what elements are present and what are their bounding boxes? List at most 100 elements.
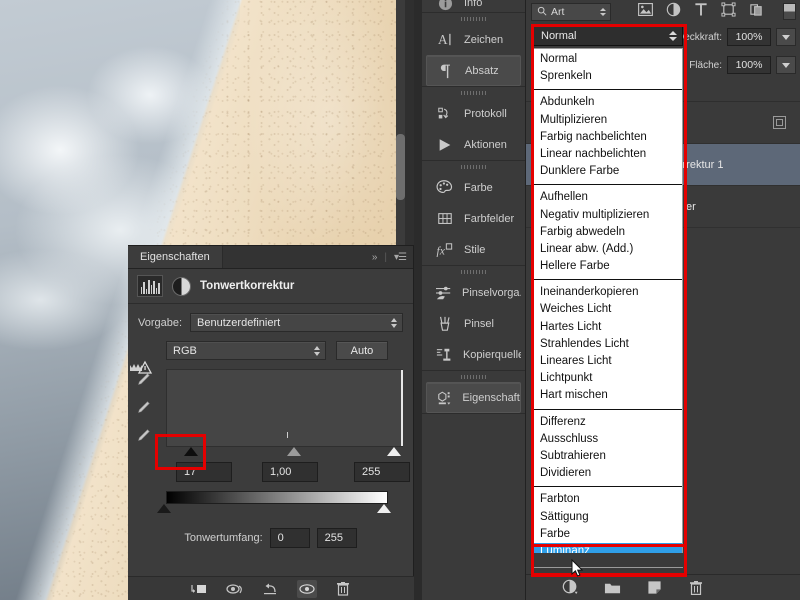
sidebar-item-farbe[interactable]: Farbe	[426, 172, 521, 203]
blend-group-1: Abdunkeln Multiplizieren Farbig nachbeli…	[534, 94, 682, 180]
fill-value: 100%	[735, 59, 763, 71]
menu-item-abdunkeln[interactable]: Abdunkeln	[534, 94, 682, 111]
output-white-field[interactable]: 255	[316, 528, 357, 548]
menu-item-saettigung[interactable]: Sättigung	[534, 509, 682, 526]
menu-item-hart-mischen[interactable]: Hart mischen	[534, 387, 682, 404]
sidebar-item-kopierquelle[interactable]: Kopierquelle	[426, 339, 521, 370]
delete-button[interactable]	[333, 580, 353, 598]
previous-state-button[interactable]	[225, 580, 245, 598]
menu-item-farbig-nachbelichten[interactable]: Farbig nachbelichten	[534, 129, 682, 146]
tab-eigenschaften[interactable]: Eigenschaften	[128, 246, 223, 268]
menu-item-sprenkeln[interactable]: Sprenkeln	[534, 68, 682, 85]
menu-item-farbig-abwedeln[interactable]: Farbig abwedeln	[534, 224, 682, 241]
panel-grip[interactable]	[422, 87, 525, 98]
menu-item-linear-abwedeln[interactable]: Linear abw. (Add.)	[534, 241, 682, 258]
menu-item-multiplizieren[interactable]: Multiplizieren	[534, 112, 682, 129]
auto-button[interactable]: Auto	[336, 341, 388, 360]
fill-field[interactable]: 100%	[727, 56, 771, 74]
sidebar-item-farbfelder[interactable]: Farbfelder	[426, 203, 521, 234]
sidebar-item-protokoll[interactable]: Protokoll	[426, 98, 521, 129]
preset-select[interactable]: Benutzerdefiniert	[190, 313, 403, 332]
white-point-handle[interactable]	[387, 447, 401, 456]
pixel-filter-icon[interactable]	[638, 3, 653, 19]
preset-label: Vorgabe:	[138, 316, 183, 329]
menu-item-farbe[interactable]: Farbe	[534, 526, 682, 543]
opacity-field[interactable]: 100%	[727, 28, 771, 46]
menu-item-weiches-licht[interactable]: Weiches Licht	[534, 301, 682, 318]
menu-item-dunklere-farbe[interactable]: Dunklere Farbe	[534, 163, 682, 180]
output-black-handle[interactable]	[157, 504, 171, 513]
output-white-handle[interactable]	[377, 504, 391, 513]
menu-item-negativ-multiplizieren[interactable]: Negativ multiplizieren	[534, 207, 682, 224]
sidebar-item-stile[interactable]: fx Stile	[426, 234, 521, 265]
history-icon	[435, 104, 455, 124]
blend-group-5: Farbton Sättigung Farbe Luminanz	[534, 491, 682, 561]
double-chevron-right-icon[interactable]: »	[372, 252, 378, 263]
output-black-field[interactable]: 0	[269, 528, 310, 548]
sidebar-item-aktionen[interactable]: Aktionen	[426, 129, 521, 160]
properties-panel: Eigenschaften » | ▾☰ Tonwertkorrektur Vo…	[128, 245, 414, 600]
output-levels-sliders[interactable]	[157, 504, 403, 516]
sidebar-item-info[interactable]: Info	[426, 0, 521, 12]
menu-item-hartes-licht[interactable]: Hartes Licht	[534, 319, 682, 336]
panel-menu-icon[interactable]: ▾☰	[394, 252, 407, 263]
blend-mode-select[interactable]: Normal	[533, 26, 683, 46]
new-group-button[interactable]	[602, 579, 622, 597]
gamma-input-field[interactable]: 1,00	[262, 462, 318, 482]
panel-grip[interactable]	[422, 371, 525, 382]
output-levels-row: Tonwertumfang: 0 255	[138, 528, 403, 548]
channel-select[interactable]: RGB	[166, 341, 326, 360]
menu-item-lichtpunkt[interactable]: Lichtpunkt	[534, 370, 682, 387]
white-input-field[interactable]: 255	[354, 462, 410, 482]
blend-mode-menu[interactable]: Normal Sprenkeln Abdunkeln Multipliziere…	[533, 48, 684, 568]
shape-filter-icon[interactable]	[721, 2, 736, 20]
menu-item-differenz[interactable]: Differenz	[534, 414, 682, 431]
menu-item-subtrahieren[interactable]: Subtrahieren	[534, 448, 682, 465]
menu-item-lineares-licht[interactable]: Lineares Licht	[534, 353, 682, 370]
fill-dropdown-button[interactable]	[776, 56, 796, 74]
canvas-scrollbar-thumb[interactable]	[396, 134, 405, 200]
menu-item-normal[interactable]: Normal	[534, 51, 682, 68]
menu-item-strahlendes-licht[interactable]: Strahlendes Licht	[534, 336, 682, 353]
mask-link-icon[interactable]	[773, 116, 786, 129]
new-layer-button[interactable]	[644, 579, 664, 597]
auto-button-label: Auto	[350, 344, 374, 357]
black-point-handle[interactable]	[184, 447, 198, 456]
sidebar-item-absatz[interactable]: Absatz	[426, 55, 521, 86]
sidebar-item-eigenschaften-label: Eigenschaft...	[462, 391, 520, 404]
type-filter-icon[interactable]	[694, 2, 708, 20]
sidebar-item-eigenschaften[interactable]: Eigenschaft...	[426, 382, 521, 413]
brush-icon	[435, 314, 455, 334]
reset-button[interactable]	[261, 580, 281, 598]
layer-filter-select[interactable]: Art	[531, 3, 611, 21]
opacity-dropdown-button[interactable]	[776, 28, 796, 46]
set-white-point-eyedropper[interactable]	[134, 427, 152, 445]
sidebar-item-pinselvorgaben[interactable]: Pinselvorga...	[426, 277, 521, 308]
gamma-handle[interactable]	[287, 447, 301, 456]
black-input-field[interactable]: 17	[176, 462, 232, 482]
delete-layer-button[interactable]	[686, 579, 706, 597]
menu-item-farbton[interactable]: Farbton	[534, 491, 682, 508]
panel-grip[interactable]	[422, 13, 525, 24]
clip-to-layer-button[interactable]	[189, 580, 209, 598]
menu-item-aufhellen[interactable]: Aufhellen	[534, 189, 682, 206]
layer-filter-value: Art	[551, 6, 565, 18]
input-levels-sliders[interactable]	[166, 447, 403, 459]
fill-label: Fläche:	[689, 59, 722, 71]
menu-item-dividieren[interactable]: Dividieren	[534, 465, 682, 482]
panel-grip[interactable]	[422, 266, 525, 277]
sidebar-item-zeichen[interactable]: A Zeichen	[426, 24, 521, 55]
sidebar-item-pinsel[interactable]: Pinsel	[426, 308, 521, 339]
menu-item-hellere-farbe[interactable]: Hellere Farbe	[534, 258, 682, 275]
new-adjustment-layer-button[interactable]	[560, 579, 580, 597]
set-gray-point-eyedropper[interactable]	[134, 399, 152, 417]
menu-item-linear-nachbelichten[interactable]: Linear nachbelichten	[534, 146, 682, 163]
menu-item-ausschluss[interactable]: Ausschluss	[534, 431, 682, 448]
panel-grip[interactable]	[422, 161, 525, 172]
smartobject-filter-icon[interactable]	[749, 2, 764, 20]
filter-toggle-icon[interactable]	[783, 3, 796, 20]
chevron-updown-icon	[391, 317, 397, 328]
toggle-visibility-button[interactable]	[297, 579, 317, 598]
adjustment-filter-icon[interactable]	[666, 2, 681, 20]
menu-item-ineinanderkopieren[interactable]: Ineinanderkopieren	[534, 284, 682, 301]
